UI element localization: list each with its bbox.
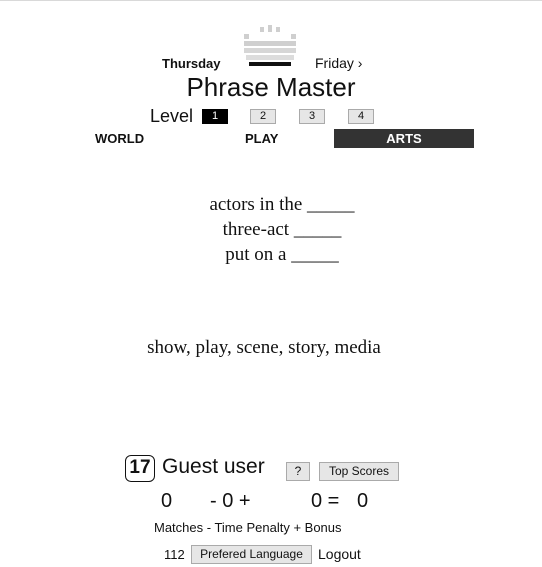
level-2-button[interactable]: 2 <box>250 109 276 124</box>
score-formula-caption: Matches - Time Penalty + Bonus <box>154 520 342 535</box>
clue-item: put on a _____ <box>225 244 339 265</box>
matches-count: 0 <box>161 490 173 512</box>
bonus-value: 0 = <box>311 490 340 512</box>
total-score: 0 <box>357 490 369 512</box>
category-tab-play[interactable]: PLAY <box>245 129 278 148</box>
top-scores-button[interactable]: Top Scores <box>319 462 399 481</box>
clue-item: actors in the _____ <box>209 194 355 215</box>
preferred-language-button[interactable]: Prefered Language <box>191 545 312 564</box>
page-title: Phrase Master <box>186 72 356 102</box>
user-name: Guest user <box>162 455 265 478</box>
time-penalty: - 0 + <box>210 490 251 512</box>
level-4-button[interactable]: 4 <box>348 109 374 124</box>
crown-logo-icon <box>244 25 296 66</box>
score-badge: 17 <box>125 455 155 482</box>
top-divider <box>0 0 542 1</box>
help-button[interactable]: ? <box>286 462 310 481</box>
clue-item: three-act _____ <box>222 219 342 240</box>
category-tab-world[interactable]: WORLD <box>95 129 144 148</box>
logout-link[interactable]: Logout <box>318 546 361 562</box>
previous-day-label: Thursday <box>162 56 221 71</box>
level-label: Level <box>150 106 194 126</box>
level-1-button[interactable]: 1 <box>202 109 228 124</box>
player-count: 112 <box>164 547 185 562</box>
answer-options: show, play, scene, story, media <box>147 337 381 358</box>
category-tab-arts[interactable]: ARTS <box>334 129 474 148</box>
clue-list: actors in the _____ three-act _____ put … <box>0 192 542 267</box>
level-3-button[interactable]: 3 <box>299 109 325 124</box>
next-day-link[interactable]: Friday › <box>315 55 362 71</box>
